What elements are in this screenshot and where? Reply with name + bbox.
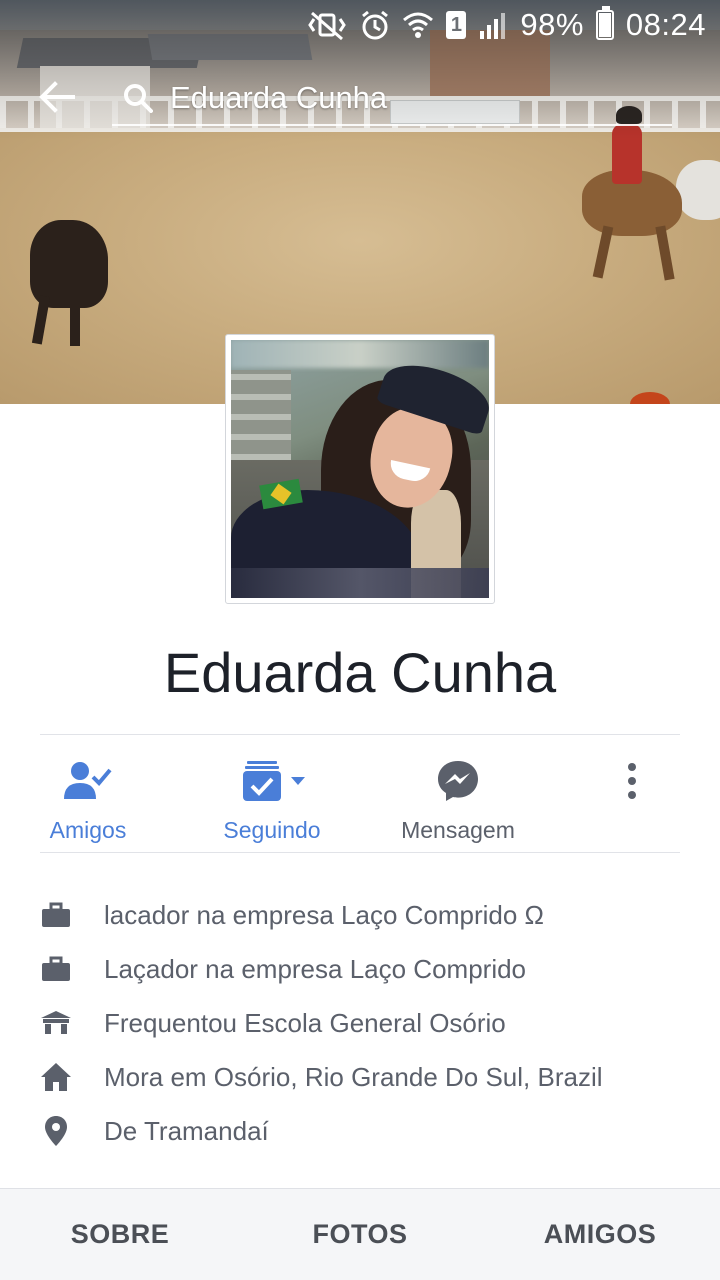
following-icon [237, 753, 307, 809]
friends-label: Amigos [49, 817, 127, 843]
cover-white-horse [676, 160, 720, 220]
status-bar: 1 98% 08:24 [0, 0, 720, 50]
avatar-blur [231, 340, 489, 368]
friends-button[interactable]: Amigos [38, 735, 138, 852]
sim-slot-icon: 1 [446, 11, 467, 39]
about-list: lacador na empresa Laço Comprido Ω Laçad… [0, 888, 720, 1158]
following-label: Seguindo [223, 817, 321, 843]
wifi-icon [402, 10, 434, 40]
signal-icon [478, 11, 508, 39]
avatar-bottom-strip [231, 568, 489, 598]
briefcase-icon [38, 897, 74, 933]
search-icon [118, 78, 158, 118]
briefcase-icon [38, 951, 74, 987]
battery-percent: 98% [520, 7, 584, 42]
more-vertical-icon [626, 753, 638, 809]
friends-check-icon [63, 753, 113, 809]
about-item-text: Frequentou Escola General Osório [104, 1007, 506, 1038]
divider [40, 852, 680, 853]
school-icon [38, 1005, 74, 1041]
search-query: Eduarda Cunha [170, 80, 388, 115]
profile-actions: Amigos Seguindo Mensagem [0, 735, 720, 852]
clock: 08:24 [625, 7, 706, 42]
profile-tabs: SOBRE FOTOS AMIGOS [0, 1188, 720, 1280]
about-item-text: Laçador na empresa Laço Comprido [104, 953, 527, 984]
following-button[interactable]: Seguindo [212, 735, 332, 852]
tab-friends[interactable]: AMIGOS [480, 1189, 720, 1280]
search-input[interactable]: Eduarda Cunha [112, 72, 672, 126]
about-item-text: Mora em Osório, Rio Grande Do Sul, Brazi… [104, 1061, 603, 1092]
alarm-icon [360, 9, 390, 41]
message-label: Mensagem [401, 817, 515, 843]
tab-about[interactable]: SOBRE [0, 1189, 240, 1280]
about-item-education[interactable]: Frequentou Escola General Osório [0, 996, 720, 1050]
location-pin-icon [38, 1113, 74, 1149]
avatar [231, 340, 489, 598]
profile-name: Eduarda Cunha [163, 641, 557, 704]
message-button[interactable]: Mensagem [388, 735, 528, 852]
home-icon [38, 1059, 74, 1095]
more-options-button[interactable] [608, 735, 656, 852]
battery-icon [595, 6, 614, 40]
profile-picture[interactable] [225, 334, 495, 604]
about-item-lives-in[interactable]: Mora em Osório, Rio Grande Do Sul, Brazi… [0, 1050, 720, 1104]
about-item-hometown[interactable]: De Tramandaí [0, 1104, 720, 1158]
battery-fill [598, 13, 611, 37]
back-arrow-icon [39, 81, 75, 113]
tab-photos[interactable]: FOTOS [240, 1189, 480, 1280]
about-item-text: lacador na empresa Laço Comprido Ω [104, 899, 544, 930]
cover-bull-leg [70, 296, 80, 346]
search-bar: Eduarda Cunha [0, 66, 720, 128]
about-item-text: De Tramandaí [104, 1115, 269, 1146]
about-item-work[interactable]: Laçador na empresa Laço Comprido [0, 942, 720, 996]
about-item-work[interactable]: lacador na empresa Laço Comprido Ω [0, 888, 720, 942]
messenger-icon [436, 753, 480, 809]
vibrate-mute-icon [308, 9, 348, 41]
back-button[interactable] [34, 74, 80, 120]
